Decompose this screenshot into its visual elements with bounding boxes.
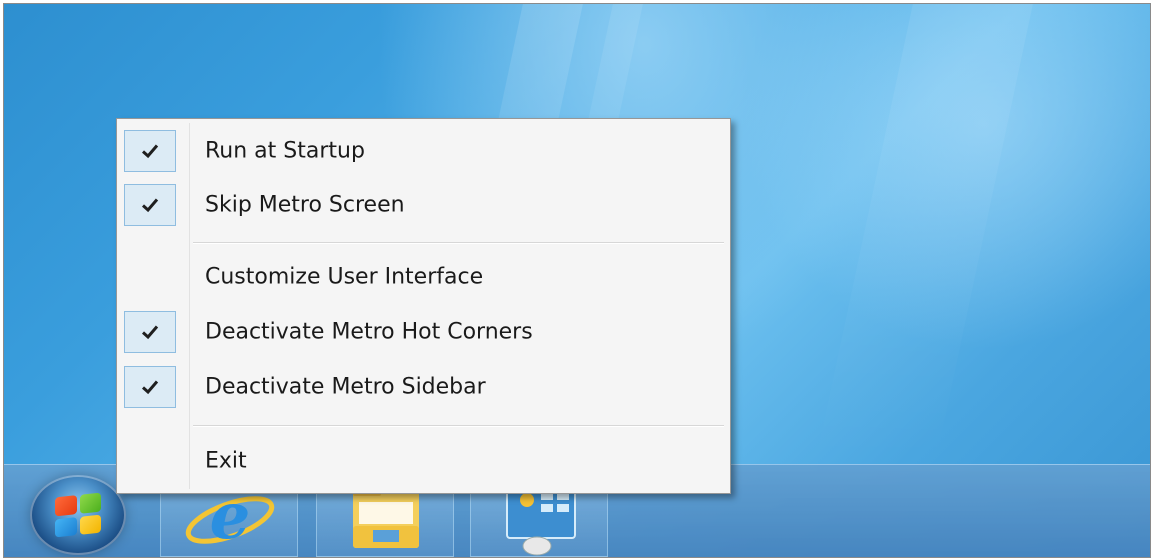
menu-item-customize-user-interface[interactable]: Customize User Interface: [117, 253, 730, 301]
menu-item-label: Exit: [205, 448, 247, 474]
menu-item-label: Run at Startup: [205, 138, 365, 164]
menu-item-deactivate-metro-sidebar[interactable]: Deactivate Metro Sidebar: [117, 363, 730, 411]
menu-item-exit[interactable]: Exit: [117, 437, 730, 485]
menu-item-label: Deactivate Metro Sidebar: [205, 374, 486, 400]
menu-item-deactivate-metro-hot-corners[interactable]: Deactivate Metro Hot Corners: [117, 308, 730, 356]
start-button[interactable]: [30, 475, 126, 555]
windows-logo-icon: [55, 492, 101, 538]
checkmark-icon: [124, 366, 176, 408]
desktop-light-streak: [815, 4, 1033, 464]
checkmark-icon: [124, 130, 176, 172]
menu-separator: [193, 242, 724, 244]
tray-context-menu: Run at Startup Skip Metro Screen Customi…: [116, 118, 731, 494]
menu-item-skip-metro-screen[interactable]: Skip Metro Screen: [117, 181, 730, 229]
menu-item-run-at-startup[interactable]: Run at Startup: [117, 127, 730, 175]
menu-item-label: Deactivate Metro Hot Corners: [205, 319, 533, 345]
menu-item-label: Skip Metro Screen: [205, 192, 405, 218]
screenshot-frame: e Run at Startup Skip Metro Screen Custo…: [3, 3, 1151, 558]
checkmark-icon: [124, 311, 176, 353]
menu-separator: [193, 425, 724, 427]
menu-item-label: Customize User Interface: [205, 264, 484, 290]
checkmark-icon: [124, 184, 176, 226]
menu-gutter-divider: [189, 123, 190, 489]
